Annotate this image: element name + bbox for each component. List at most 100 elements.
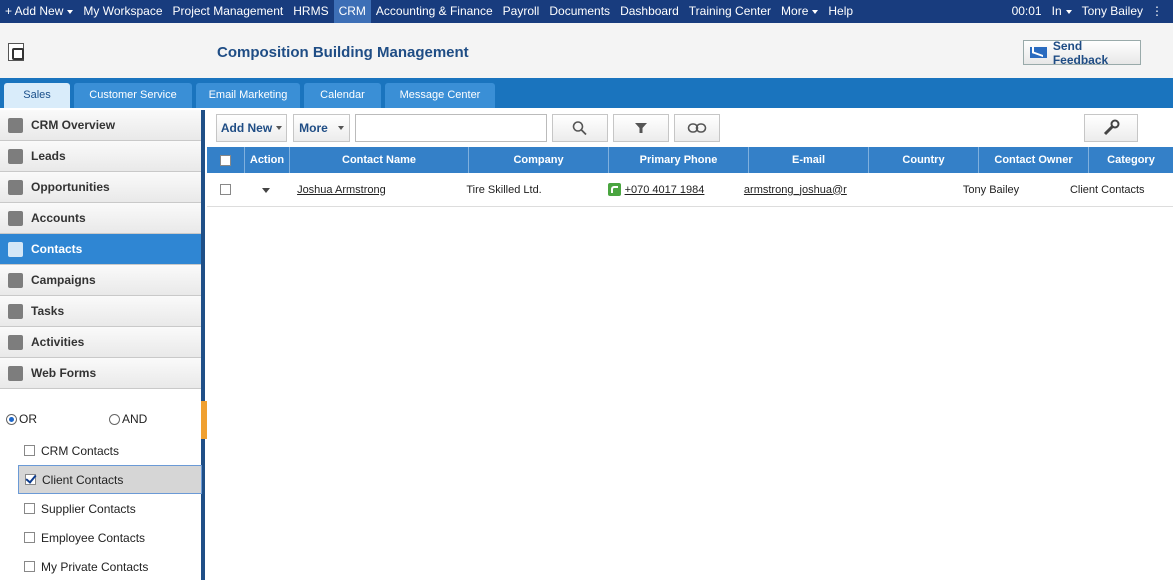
contacts-grid: Action Contact Name Company Primary Phon… — [207, 147, 1173, 207]
user-name: Tony Bailey — [1081, 4, 1143, 18]
grid-header: Action Contact Name Company Primary Phon… — [207, 147, 1173, 173]
sidebar-item-leads[interactable]: Leads — [0, 141, 201, 172]
column-header-primary-phone[interactable]: Primary Phone — [609, 147, 749, 173]
checkbox[interactable] — [25, 474, 36, 485]
contact-category-filters: CRM Contacts Client Contacts Supplier Co… — [18, 436, 202, 581]
row-action-cell[interactable] — [244, 173, 288, 207]
crm-overview-icon — [8, 117, 23, 133]
contacts-icon — [8, 241, 23, 257]
sidebar-item-crm-overview[interactable]: CRM Overview — [0, 110, 201, 141]
filter-label: My Private Contacts — [41, 559, 149, 574]
chevron-down-icon — [812, 9, 819, 14]
sidebar-item-tasks[interactable]: Tasks — [0, 296, 201, 327]
sidebar-item-label: Campaigns — [31, 273, 96, 287]
filter-label: Client Contacts — [42, 472, 124, 487]
nav-documents[interactable]: Documents — [544, 0, 615, 23]
column-header-country[interactable]: Country — [869, 147, 979, 173]
filter-my-private-contacts[interactable]: My Private Contacts — [18, 552, 202, 581]
sidebar-item-opportunities[interactable]: Opportunities — [0, 172, 201, 203]
nav-add-new[interactable]: + Add New — [0, 0, 78, 23]
send-feedback-button[interactable]: Send Feedback — [1023, 39, 1141, 67]
search-input[interactable] — [355, 114, 547, 142]
sidebar-item-label: Leads — [31, 149, 66, 163]
tab-calendar[interactable]: Calendar — [304, 83, 381, 108]
owner-cell: Tony Bailey — [962, 183, 1020, 196]
column-header-action[interactable]: Action — [245, 147, 290, 173]
column-header-contact-name[interactable]: Contact Name — [290, 147, 469, 173]
checkbox[interactable] — [24, 445, 35, 456]
contact-name-link[interactable]: Joshua Armstrong — [297, 184, 386, 196]
page-title: Composition Building Management — [217, 44, 469, 61]
table-row[interactable]: Joshua Armstrong Tire Skilled Ltd. +070 … — [207, 173, 1173, 207]
link-icon — [687, 123, 707, 133]
nav-my-workspace[interactable]: My Workspace — [78, 0, 167, 23]
checkbox[interactable] — [24, 561, 35, 572]
sidebar-item-campaigns[interactable]: Campaigns — [0, 265, 201, 296]
nav-project-management[interactable]: Project Management — [168, 0, 289, 23]
chevron-down-icon — [67, 9, 74, 14]
chevron-down-icon — [262, 187, 271, 193]
phone-link[interactable]: +070 4017 1984 — [625, 184, 705, 196]
country-cell — [852, 173, 959, 207]
radio-and[interactable]: AND — [109, 412, 147, 426]
accounts-icon — [8, 210, 23, 226]
nav-training-center[interactable]: Training Center — [684, 0, 776, 23]
link-button[interactable] — [674, 114, 720, 142]
web-forms-icon — [8, 365, 23, 381]
checkbox[interactable] — [24, 532, 35, 543]
campaigns-icon — [8, 272, 23, 288]
filter-employee-contacts[interactable]: Employee Contacts — [18, 523, 202, 552]
filter-supplier-contacts[interactable]: Supplier Contacts — [18, 494, 202, 523]
tab-customer-service[interactable]: Customer Service — [74, 83, 192, 108]
phone-icon[interactable] — [607, 183, 621, 197]
chevron-down-icon — [276, 126, 283, 130]
more-button[interactable]: More — [293, 114, 350, 142]
sidebar-item-activities[interactable]: Activities — [0, 327, 201, 358]
sidebar-item-label: CRM Overview — [31, 118, 116, 132]
email-link[interactable]: armstrong_joshua@r — [744, 184, 847, 196]
row-checkbox[interactable] — [220, 184, 231, 196]
radio-or[interactable]: OR — [6, 412, 37, 426]
column-header-company[interactable]: Company — [469, 147, 609, 173]
filter-client-contacts[interactable]: Client Contacts — [18, 465, 202, 494]
sidebar-collapse-handle[interactable] — [201, 401, 207, 439]
column-header-email[interactable]: E-mail — [749, 147, 869, 173]
sidebar-item-contacts[interactable]: Contacts — [0, 234, 201, 265]
sidebar-item-web-forms[interactable]: Web Forms — [0, 358, 201, 389]
nav-crm[interactable]: CRM — [333, 0, 371, 23]
filter-label: Supplier Contacts — [41, 501, 136, 516]
checkbox[interactable] — [24, 503, 35, 514]
filter-logic-group: OR AND — [6, 412, 147, 426]
add-new-button[interactable]: Add New — [216, 114, 287, 142]
user-menu[interactable]: Tony Bailey ⋮ — [1077, 0, 1167, 23]
column-header-contact-owner[interactable]: Contact Owner — [979, 147, 1089, 173]
more-options-icon: ⋮ — [1151, 4, 1163, 18]
nav-more[interactable]: More — [776, 0, 823, 23]
column-header-category[interactable]: Category — [1089, 147, 1173, 173]
tab-email-marketing[interactable]: Email Marketing — [196, 83, 300, 108]
tasks-icon — [8, 303, 23, 319]
search-icon — [572, 121, 587, 136]
module-tab-bar: Sales Customer Service Email Marketing C… — [0, 78, 1173, 108]
filter-label: CRM Contacts — [41, 443, 120, 458]
sidebar-item-label: Accounts — [31, 211, 86, 225]
tab-sales[interactable]: Sales — [4, 83, 70, 108]
status-menu[interactable]: In — [1047, 0, 1077, 23]
filter-button[interactable] — [613, 114, 669, 142]
settings-button[interactable] — [1084, 114, 1138, 142]
tab-message-center[interactable]: Message Center — [385, 83, 495, 108]
nav-dashboard[interactable]: Dashboard — [615, 0, 684, 23]
nav-payroll[interactable]: Payroll — [498, 0, 545, 23]
leads-icon — [8, 148, 23, 164]
nav-help[interactable]: Help — [823, 0, 858, 23]
nav-hrms[interactable]: HRMS — [288, 0, 333, 23]
sidebar-item-accounts[interactable]: Accounts — [0, 203, 201, 234]
chevron-down-icon — [337, 126, 344, 130]
nav-accounting-finance[interactable]: Accounting & Finance — [371, 0, 498, 23]
filter-crm-contacts[interactable]: CRM Contacts — [18, 436, 202, 465]
search-button[interactable] — [552, 114, 608, 142]
grid-toolbar: Add New More — [216, 114, 1168, 142]
select-all-checkbox[interactable] — [220, 154, 231, 166]
status-label: In — [1051, 4, 1062, 18]
app-logo-icon[interactable] — [8, 43, 24, 61]
